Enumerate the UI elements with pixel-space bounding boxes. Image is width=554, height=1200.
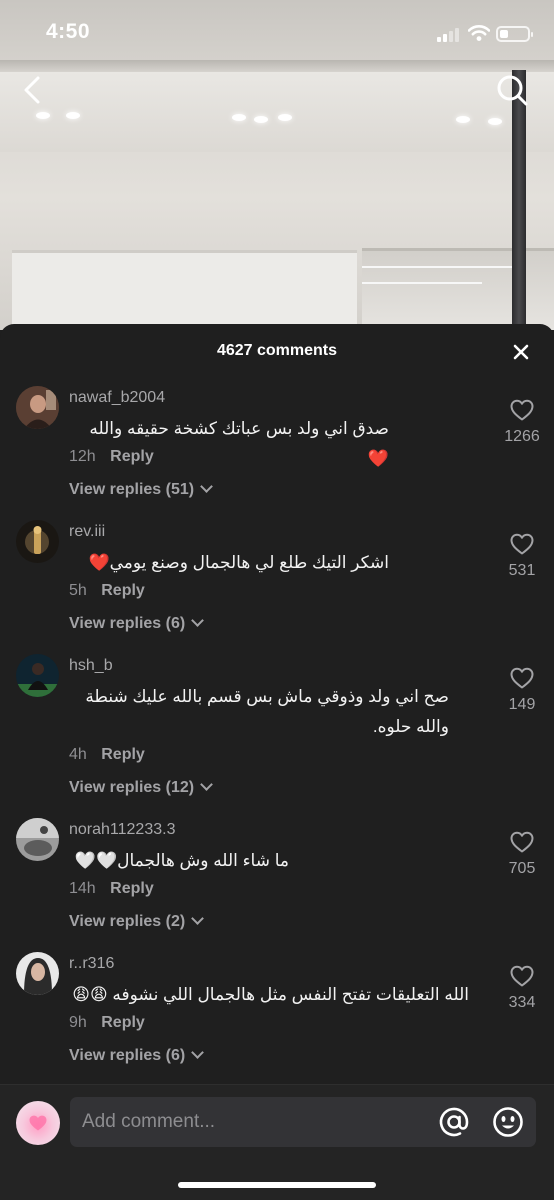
avatar[interactable] (16, 386, 59, 429)
like-count: 531 (508, 562, 536, 579)
view-replies-button[interactable]: View replies (6) (69, 1046, 205, 1065)
comment-input-box[interactable] (70, 1097, 536, 1147)
comment-username[interactable]: rev.iii (69, 523, 105, 541)
shelf-light (362, 266, 512, 268)
comments-count: 4627 comments (216, 342, 338, 359)
sheet-header: 4627 comments (0, 324, 554, 378)
status-bar: 4:50 (0, 0, 554, 66)
signal-icon (437, 28, 459, 42)
chevron-down-icon (191, 1046, 205, 1059)
heart-outline-icon (510, 399, 534, 421)
like-button[interactable]: 149 (500, 666, 544, 714)
like-count: 149 (508, 696, 536, 713)
view-replies-label: View replies (6) (69, 615, 186, 632)
comment-input[interactable] (82, 1097, 432, 1147)
shelf-light (362, 282, 482, 284)
view-replies-button[interactable]: View replies (12) (69, 778, 213, 797)
heart-outline-icon (510, 667, 534, 689)
like-button[interactable]: 705 (500, 830, 544, 878)
avatar[interactable] (16, 520, 59, 563)
view-replies-button[interactable]: View replies (51) (69, 480, 213, 499)
ceiling (0, 72, 554, 152)
avatar[interactable] (16, 952, 59, 995)
like-button[interactable]: 334 (500, 964, 544, 1012)
comment-text: اشكر التيك طلع لي هالجمال وصنع يومي❤️ (88, 553, 389, 572)
wifi-icon (468, 25, 490, 41)
view-replies-label: View replies (2) (69, 913, 186, 930)
chevron-down-icon (191, 912, 205, 925)
ceiling-light (254, 116, 268, 123)
view-replies-label: View replies (12) (69, 779, 195, 796)
ceiling-light (488, 118, 502, 125)
ceiling-light (456, 116, 470, 123)
reply-button[interactable]: Reply (110, 448, 154, 465)
comment-username[interactable]: r..r316 (69, 955, 114, 973)
status-time: 4:50 (46, 20, 91, 43)
avatar[interactable] (16, 654, 59, 697)
comment-text: صح اني ولد وذوقي ماش بس قسم بالله عليك ش… (85, 687, 449, 736)
comment-meta: 4h Reply (69, 746, 145, 764)
ceiling-light (232, 114, 246, 121)
comment-text: الله التعليقات تفتح النفس مثل هالجمال ال… (72, 985, 469, 1004)
comment-meta: 14h Reply (69, 880, 154, 898)
chevron-down-icon (200, 778, 213, 791)
reply-button[interactable]: Reply (101, 1014, 145, 1031)
heart-outline-icon (510, 831, 534, 853)
comment-time: 14h (69, 880, 96, 897)
comments-sheet: 4627 comments nawaf_b2004 صدق اني ولد بس… (0, 324, 554, 1200)
search-icon[interactable] (494, 72, 530, 108)
view-replies-button[interactable]: View replies (6) (69, 614, 205, 633)
reply-button[interactable]: Reply (110, 880, 154, 897)
at-mention-icon[interactable] (438, 1106, 470, 1138)
like-count: 1266 (504, 428, 540, 445)
heart-icon (29, 1115, 47, 1131)
ceiling-light (36, 112, 50, 119)
heart-outline-icon (510, 965, 534, 987)
like-count: 705 (508, 860, 536, 877)
comment-text: ما شاء الله وش هالجمال🤍🤍 (74, 851, 289, 870)
my-avatar (16, 1101, 60, 1145)
close-icon[interactable] (510, 341, 532, 363)
pole (512, 70, 526, 330)
comment-time: 9h (69, 1014, 87, 1031)
chevron-down-icon (191, 614, 205, 627)
chevron-down-icon (200, 480, 213, 493)
wall-panel (12, 250, 357, 330)
comment-username[interactable]: norah112233.3 (69, 821, 175, 839)
ceiling-light (66, 112, 80, 119)
like-count: 334 (508, 994, 536, 1011)
avatar[interactable] (16, 818, 59, 861)
reply-button[interactable]: Reply (101, 582, 145, 599)
back-chevron-icon[interactable] (18, 72, 48, 108)
heart-outline-icon (510, 533, 534, 555)
like-button[interactable]: 1266 (500, 398, 544, 446)
comment-meta: 12h Reply (69, 448, 154, 466)
view-replies-label: View replies (6) (69, 1047, 186, 1064)
battery-icon (496, 26, 533, 42)
comment-username[interactable]: nawaf_b2004 (69, 389, 165, 407)
comment-meta: 9h Reply (69, 1014, 145, 1032)
like-button[interactable]: 531 (500, 532, 544, 580)
comment-username[interactable]: hsh_b (69, 657, 113, 675)
reply-button[interactable]: Reply (101, 746, 145, 763)
view-replies-button[interactable]: View replies (2) (69, 912, 205, 931)
home-indicator (178, 1182, 376, 1188)
comment-time: 4h (69, 746, 87, 763)
ceiling-light (278, 114, 292, 121)
comment-time: 5h (69, 582, 87, 599)
view-replies-label: View replies (51) (69, 481, 195, 498)
comment-time: 12h (69, 448, 96, 465)
smiley-icon[interactable] (492, 1106, 524, 1138)
comment-meta: 5h Reply (69, 582, 145, 600)
